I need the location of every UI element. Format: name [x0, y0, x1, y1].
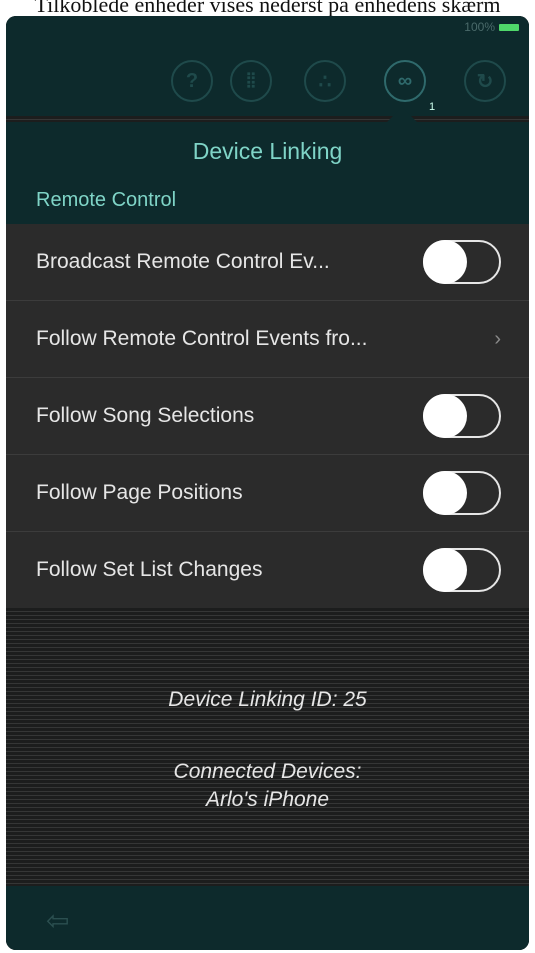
follow-song-toggle[interactable] — [423, 394, 501, 438]
device-count-badge: 1 — [429, 101, 436, 113]
setting-label: Broadcast Remote Control Ev... — [36, 250, 330, 273]
bottom-toolbar: ⇦ — [6, 886, 529, 950]
exit-icon[interactable]: ⇦ — [46, 904, 69, 937]
device-link-icon[interactable]: ∞ — [384, 60, 426, 102]
status-bar: 100% — [464, 20, 519, 34]
connected-device-name: Arlo's iPhone — [205, 788, 330, 811]
toggle-knob — [423, 471, 467, 515]
device-linking-id: Device Linking ID: 25 — [168, 688, 367, 711]
top-navbar: 100% ? ⦙⦙ ∴ ∞ ↻ 1 — [6, 16, 529, 116]
follow-setlist-toggle[interactable] — [423, 548, 501, 592]
toggle-knob — [423, 548, 467, 592]
setting-row-broadcast[interactable]: Broadcast Remote Control Ev... — [6, 224, 529, 301]
midi-icon[interactable]: ∴ — [304, 60, 346, 102]
broadcast-toggle[interactable] — [423, 240, 501, 284]
setting-label: Follow Remote Control Events fro... — [36, 327, 368, 350]
setting-row-follow-setlist[interactable]: Follow Set List Changes — [6, 532, 529, 608]
sync-icon[interactable]: ↻ — [464, 60, 506, 102]
battery-icon — [499, 23, 519, 31]
setting-label: Follow Set List Changes — [36, 558, 263, 581]
setting-label: Follow Song Selections — [36, 404, 255, 427]
chevron-right-icon: › — [494, 327, 501, 350]
phone-screen: 100% ? ⦙⦙ ∴ ∞ ↻ 1 Device Linking Remote … — [6, 16, 529, 950]
connected-devices-label: Connected Devices: — [173, 760, 362, 783]
toggle-knob — [423, 394, 467, 438]
setting-row-follow-remote[interactable]: Follow Remote Control Events fro... › — [6, 301, 529, 378]
section-label: Remote Control — [36, 189, 177, 211]
keyboard-icon[interactable]: ⦙⦙ — [230, 60, 272, 102]
battery-percent: 100% — [464, 20, 495, 34]
popover-title: Device Linking — [192, 138, 343, 164]
follow-page-toggle[interactable] — [423, 471, 501, 515]
setting-row-follow-song[interactable]: Follow Song Selections — [6, 378, 529, 455]
setting-label: Follow Page Positions — [36, 481, 243, 504]
settings-list: Broadcast Remote Control Ev... Follow Re… — [6, 224, 529, 608]
help-icon[interactable]: ? — [171, 60, 213, 102]
toggle-knob — [423, 240, 467, 284]
setting-row-follow-page[interactable]: Follow Page Positions — [6, 455, 529, 532]
caption-text: Tilkoblede enheder vises nederst på enhe… — [34, 0, 501, 16]
